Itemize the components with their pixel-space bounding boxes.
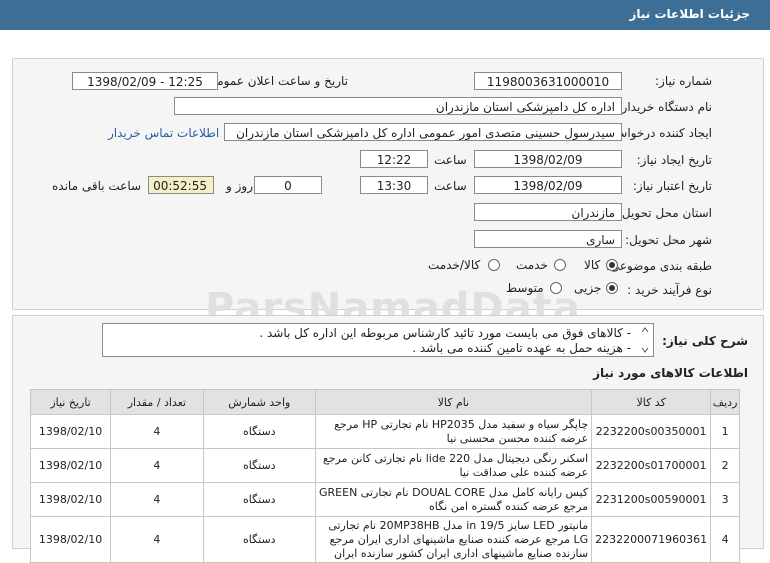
- col-date-header: تاریخ نیاز: [29, 389, 112, 415]
- items-table: ردیف کد کالا نام کالا واحد شمارش تعداد /…: [29, 389, 740, 563]
- row-number: 3: [710, 482, 740, 517]
- category-label: طبقه بندی موضوعی:: [605, 259, 712, 273]
- description-textarea[interactable]: - کالاهای فوق می بایست مورد تائید کارشنا…: [102, 323, 654, 357]
- category-both-radio[interactable]: [488, 259, 500, 271]
- item-unit: دستگاه: [202, 516, 316, 563]
- days-remaining-field: 0: [254, 176, 322, 194]
- table-row: 1 2232200s00350001 چاپگر سیاه و سفید مدل…: [29, 414, 740, 449]
- item-unit: دستگاه: [202, 482, 316, 517]
- item-code: 2232200s01700001: [591, 448, 712, 483]
- item-name: مانیتور LED سایز 19/5 in مدل 20MP38HB نا…: [314, 516, 593, 563]
- buyer-field: اداره کل دامپزشکی استان مازندران: [174, 97, 622, 115]
- row-number: 2: [710, 448, 740, 483]
- item-unit: دستگاه: [202, 414, 316, 449]
- item-code: 2232200s00350001: [591, 414, 712, 449]
- created-time-field: 12:22: [360, 150, 428, 168]
- col-unit-header: واحد شمارش: [202, 389, 316, 415]
- item-code: 2232200071960361: [591, 516, 712, 563]
- item-date: 1398/02/10: [29, 516, 112, 563]
- description-line-2: - هزینه حمل به عهده تامین کننده می باشد …: [412, 341, 631, 355]
- buyer-label: نام دستگاه خریدار:: [617, 100, 713, 114]
- validity-time-field: 13:30: [360, 176, 428, 194]
- item-date: 1398/02/10: [29, 482, 112, 517]
- created-date-field: 1398/02/09: [474, 150, 622, 168]
- category-service-radio[interactable]: [554, 259, 566, 271]
- city-label: شهر محل تحویل:: [625, 233, 712, 247]
- description-line-1: - کالاهای فوق می بایست مورد تائید کارشنا…: [259, 326, 631, 340]
- col-code-header: کد کالا: [591, 389, 712, 415]
- item-date: 1398/02/10: [29, 448, 112, 483]
- time-remaining-label: ساعت باقی مانده: [52, 179, 142, 193]
- item-name: کیس رایانه کامل مدل DOUAL CORE نام تجارت…: [314, 482, 593, 517]
- col-name-header: نام کالا: [314, 389, 593, 415]
- table-row: 2 2232200s01700001 اسکنر رنگی دیجیتال مد…: [29, 448, 740, 483]
- item-unit: دستگاه: [202, 448, 316, 483]
- process-label: نوع فرآیند خرید :: [627, 283, 712, 297]
- province-label: استان محل تحویل:: [617, 206, 712, 220]
- province-field: مازندران: [474, 203, 622, 221]
- category-goods-label: کالا: [584, 258, 601, 272]
- col-qty-header: تعداد / مقدار: [110, 389, 204, 415]
- process-medium-label: متوسط: [506, 281, 544, 295]
- description-label: شرح کلی نیاز:: [662, 334, 748, 348]
- buyer-contact-link[interactable]: اطلاعات تماس خریدار: [108, 126, 219, 140]
- table-row: 3 2231200s00590001 کیس رایانه کامل مدل D…: [29, 482, 740, 517]
- table-row: 4 2232200071960361 مانیتور LED سایز 19/5…: [29, 516, 740, 563]
- process-medium-radio[interactable]: [550, 282, 562, 294]
- announce-label: تاریخ و ساعت اعلان عمومی:: [203, 74, 348, 88]
- category-goods-radio[interactable]: [606, 259, 618, 271]
- process-minor-label: جزیی: [574, 281, 602, 295]
- need-number-field: 1198003631000010: [474, 72, 622, 90]
- category-service-label: خدمت: [516, 258, 548, 272]
- need-number-label: شماره نیاز:: [655, 74, 712, 88]
- created-time-label: ساعت: [434, 153, 467, 167]
- city-field: ساری: [474, 230, 622, 248]
- announce-field: 1398/02/09 - 12:25: [72, 72, 218, 90]
- validity-time-label: ساعت: [434, 179, 467, 193]
- validity-date-field: 1398/02/09: [474, 176, 622, 194]
- col-row-header: ردیف: [710, 389, 740, 415]
- time-remaining-field: 00:52:55: [148, 176, 214, 194]
- item-qty: 4: [110, 448, 204, 483]
- category-both-label: کالا/خدمت: [428, 258, 481, 272]
- item-qty: 4: [110, 414, 204, 449]
- item-name: اسکنر رنگی دیجیتال مدل lide 220 نام تجار…: [314, 448, 593, 483]
- page-title: جزئیات اطلاعات نیاز: [629, 7, 750, 21]
- days-label: روز و: [226, 179, 253, 193]
- validity-label: تاریخ اعتبار نیاز:: [632, 179, 712, 193]
- item-name: چاپگر سیاه و سفید مدل HP2035 نام تجارتی …: [314, 414, 593, 449]
- table-header-row: ردیف کد کالا نام کالا واحد شمارش تعداد /…: [29, 389, 740, 415]
- row-number: 1: [710, 414, 740, 449]
- item-code: 2231200s00590001: [591, 482, 712, 517]
- page-header: جزئیات اطلاعات نیاز: [0, 0, 770, 30]
- description-scroll-icon[interactable]: [640, 325, 650, 355]
- created-date-label: تاریخ ایجاد نیاز:: [636, 153, 712, 167]
- item-qty: 4: [110, 516, 204, 563]
- row-number: 4: [710, 516, 740, 563]
- process-minor-radio[interactable]: [606, 282, 618, 294]
- items-section-title: اطلاعات کالاهای مورد نیاز: [593, 366, 748, 380]
- item-date: 1398/02/10: [29, 414, 112, 449]
- item-qty: 4: [110, 482, 204, 517]
- creator-field: سیدرسول حسینی متصدی امور عمومی اداره کل …: [224, 123, 622, 141]
